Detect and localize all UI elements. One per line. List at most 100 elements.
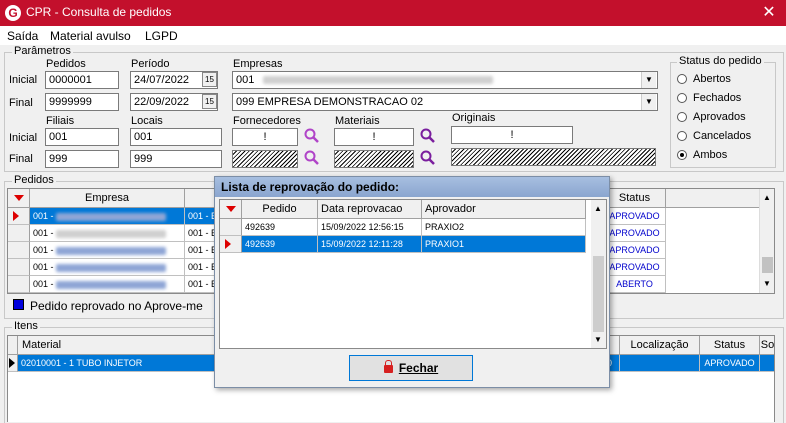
col-material[interactable]: Material [18,336,218,355]
fornecedor-final-input[interactable] [232,150,298,168]
pedidos-group-label: Pedidos [12,174,56,186]
radio-ambos[interactable]: Ambos [677,149,727,161]
close-button[interactable]: ✕ [756,2,782,24]
sort-indicator[interactable] [220,200,242,219]
cell-pedido: 492639 [242,236,318,253]
cell-pedido: 492639 [242,219,318,236]
col-so[interactable]: So [760,336,774,355]
radio-icon [677,131,687,142]
pedido-final-input[interactable]: 9999999 [45,93,119,111]
filial-inicial-input[interactable]: 001 [45,128,119,146]
current-row-icon [13,211,19,221]
original-final-input[interactable] [451,148,656,166]
col-localizacao[interactable]: Localização [620,336,700,355]
pedidos-scrollbar[interactable]: ▲ ▼ [759,189,774,293]
menu-material-avulso[interactable]: Material avulso [50,29,131,43]
parameters-group-label: Parâmetros [12,45,73,57]
chevron-down-icon[interactable]: ▼ [594,335,602,344]
fechar-label: Fechar [398,361,439,375]
menu-bar: Saída Material avulso LGPD [0,26,786,45]
title-bar: G CPR - Consulta de pedidos ✕ [0,0,786,26]
sort-down-icon [13,195,24,201]
calendar-icon[interactable]: 15 [202,94,217,109]
cell-data: 15/09/2022 12:11:28 [318,236,422,253]
col-empresa[interactable]: Empresa [30,189,185,208]
chevron-up-icon[interactable]: ▲ [763,193,771,202]
row-indicator [8,259,30,276]
chevron-down-icon[interactable]: ▼ [641,72,656,88]
redacted-text [263,76,494,85]
radio-label: Aprovados [693,111,746,123]
radio-fechados[interactable]: Fechados [677,92,741,104]
row-indicator [220,219,242,236]
col-filler [666,189,759,208]
cell-aprovador: PRAXIO1 [422,236,586,253]
current-row-icon [9,358,15,368]
search-icon[interactable] [420,128,436,144]
scrollbar-thumb[interactable] [593,256,604,332]
status-pedido-label: Status do pedido [677,55,764,67]
cell-status: APROVADO [700,355,760,372]
material-final-input[interactable] [334,150,414,168]
filial-final-input[interactable]: 999 [45,150,119,168]
table-row[interactable]: 492639 15/09/2022 12:11:28 PRAXIO1 [220,236,586,253]
cell-empresa: 001 - [30,208,185,225]
col-filial[interactable] [185,189,215,208]
cell-so [760,355,774,372]
radio-abertos[interactable]: Abertos [677,73,731,85]
row-indicator [8,242,30,259]
lock-icon [383,360,393,373]
app-logo-icon: G [5,5,21,21]
sort-indicator[interactable] [8,189,30,208]
row-indicator [8,208,30,225]
cell-empresa: 001 - [30,276,185,293]
search-icon[interactable] [304,150,320,166]
dialog-scrollbar[interactable]: ▲ ▼ [591,200,606,348]
radio-label: Fechados [693,92,742,104]
locais-label: Locais [131,115,163,127]
local-inicial-input[interactable]: 001 [130,128,222,146]
table-row[interactable]: 492639 15/09/2022 12:56:15 PRAXIO2 [220,219,586,236]
menu-saida[interactable]: Saída [7,29,38,43]
chevron-up-icon[interactable]: ▲ [594,204,602,213]
pedido-inicial-input[interactable]: 0000001 [45,71,119,89]
label-inicial: Inicial [9,74,38,86]
chevron-down-icon[interactable]: ▼ [641,94,656,110]
empresa-inicial-select[interactable]: 001 [232,71,658,89]
fechar-button[interactable]: Fechar [349,355,473,381]
menu-lgpd[interactable]: LGPD [145,29,178,43]
fornecedor-inicial-input[interactable]: ! [232,128,298,146]
search-icon[interactable] [304,128,320,144]
label-final: Final [9,97,33,109]
col-aprovador[interactable]: Aprovador [422,200,586,219]
materiais-label: Materiais [335,115,380,127]
col-status[interactable]: Status [700,336,760,355]
material-inicial-input[interactable]: ! [334,128,414,146]
itens-indicator-header [8,336,18,355]
radio-cancelados[interactable]: Cancelados [677,130,751,142]
empresa-final-select[interactable]: 099 EMPRESA DEMONSTRACAO 02 [232,93,658,111]
cell-empresa: 001 - [30,225,185,242]
radio-icon [677,112,687,123]
current-row-icon [225,239,231,249]
search-icon[interactable] [420,150,436,166]
original-inicial-input[interactable]: ! [451,126,573,144]
radio-label: Abertos [693,73,731,85]
reprovacao-grid[interactable]: Pedido Data reprovacao Aprovador 492639 … [219,199,607,349]
radio-aprovados[interactable]: Aprovados [677,111,746,123]
local-final-input[interactable]: 999 [130,150,222,168]
periodo-final-value: 22/09/2022 [134,96,190,108]
col-pedido[interactable]: Pedido [242,200,318,219]
periodo-label: Período [131,58,170,70]
chevron-down-icon[interactable]: ▼ [763,279,771,288]
col-data-reprovacao[interactable]: Data reprovacao [318,200,422,219]
sort-down-icon [225,206,236,212]
col-status[interactable]: Status [604,189,666,208]
row-indicator [8,276,30,293]
radio-label: Ambos [693,149,728,161]
cell-filial: 001 - E [185,276,215,293]
periodo-inicial-value: 24/07/2022 [134,74,190,86]
calendar-icon[interactable]: 15 [202,72,217,87]
radio-label: Cancelados [693,130,752,142]
scrollbar-thumb[interactable] [762,257,773,273]
